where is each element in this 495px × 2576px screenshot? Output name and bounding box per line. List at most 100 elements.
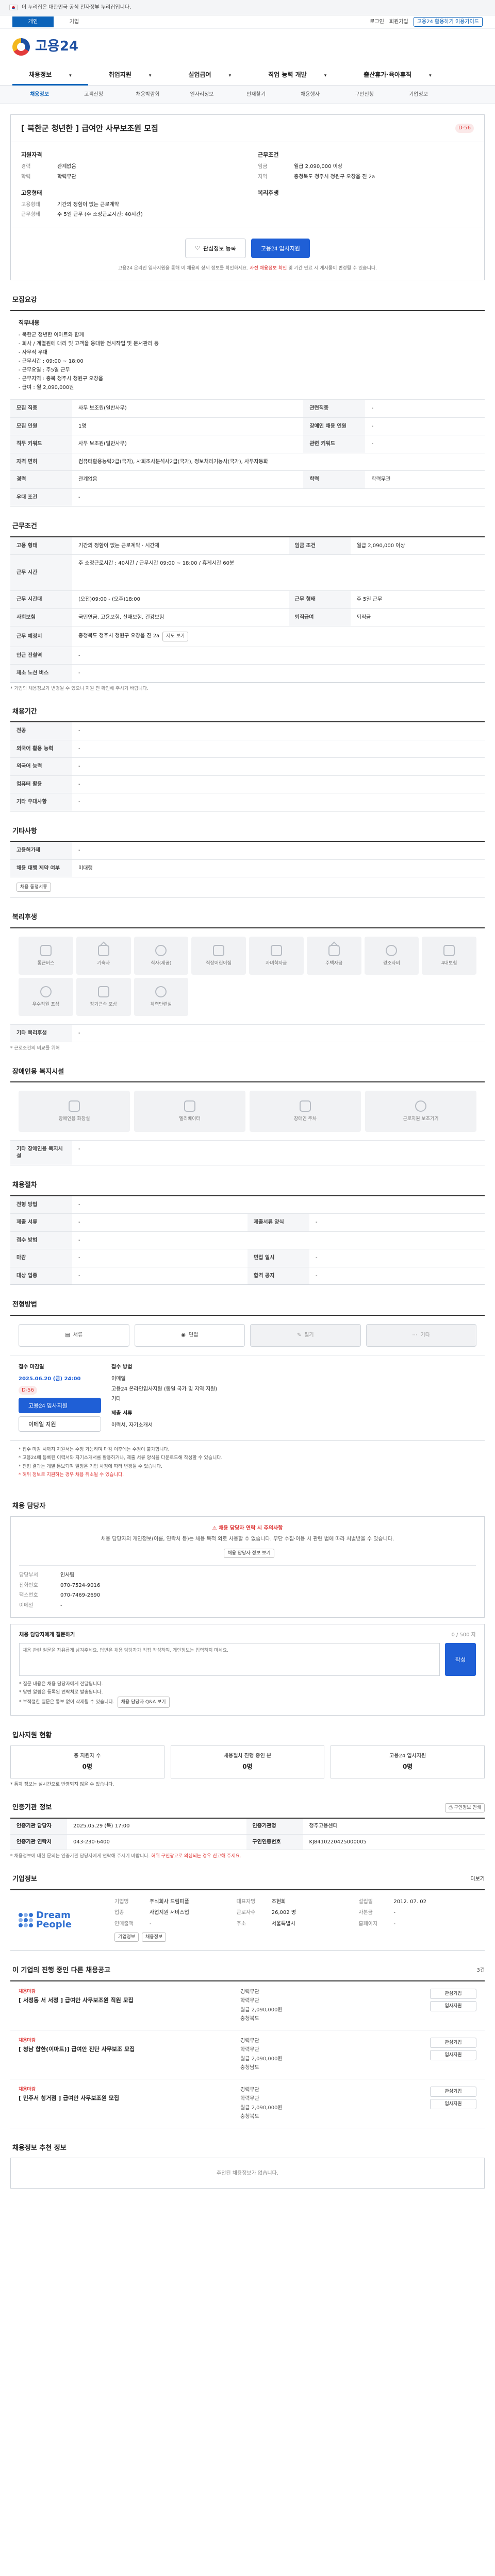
table-row: 대상 업종 - 합격 공지 - <box>10 1267 485 1285</box>
save-interest-button[interactable]: ♡ 관심정보 등록 <box>185 238 246 258</box>
table-row: 우대 조건 - <box>10 488 485 506</box>
welfare-grid: 통근버스 기숙사 식사(제공) 직장어린이집 자녀학자금 주택자금 경조사비 4… <box>10 928 485 1025</box>
wheelchair-icon <box>415 1100 426 1112</box>
table-row: 외국어 능력 - <box>10 757 485 776</box>
tab-business[interactable]: 기업 <box>54 16 95 28</box>
job-title-bar: [ 북한군 청년한 ] 급여안 사무보조원 모집 D-56 <box>11 115 484 143</box>
section-title: 채용기간 <box>12 707 37 716</box>
table-row: 고용 형태 기간의 정함이 없는 근로계약 · 시간제 임금 조건 월급 2,090,… <box>10 537 485 555</box>
list-item[interactable]: 채용마감[ 민주서 청거점 ] 급여안 사무보조원 모집 경력무관 학력무관 월급 … <box>10 2079 485 2128</box>
list-item[interactable]: 채용마감[ 서정동 서 서정 ] 급여안 사무보조원 직원 모집 경력무관 학력무… <box>10 1981 485 2030</box>
guide-link[interactable]: 고용24 활용하기 이용가이드 <box>413 16 483 27</box>
map-button[interactable]: 지도 보기 <box>162 632 189 641</box>
company-jobs-button[interactable]: 채용정보 <box>142 1933 167 1942</box>
subnav-item[interactable]: 고객신청 <box>67 91 121 98</box>
registration-table: 인증기관 담당자 2025.05.29 (목) 17:00 인증기관명 청주고용센터 … <box>10 1818 485 1851</box>
apply-button[interactable]: 입사지원 <box>430 2099 476 2110</box>
table-row: 자격 면허 컴퓨터활용능력2급(국가), 사회조사분석사2급(국가), 정보처리기… <box>10 453 485 471</box>
section-procedure: 채용절차 전형 방법 - 제출 서류 - 제출서류 양식 - 접수 방법 - 마감 - 면접 … <box>10 1181 485 1285</box>
site-logo[interactable]: 고용24 <box>35 38 78 56</box>
bookmark-button[interactable]: 관심기업 <box>430 2037 476 2048</box>
child-icon <box>213 944 225 956</box>
period-table: 전공 - 외국어 활용 능력 - 외국어 능력 - 컴퓨터 활용 - 기타 우대사항 - <box>10 722 485 811</box>
other-table: 고용허가제 - 채용 대행 제약 여부 미대행 채용 동행서류 <box>10 842 485 897</box>
section-title: 입사지원 현황 <box>12 1732 52 1740</box>
section-title: 채용 담당자 <box>12 1502 46 1510</box>
page-title: [ 북한군 청년한 ] 급여안 사무보조원 모집 <box>21 124 158 133</box>
interview-icon: ◉ <box>181 1332 186 1338</box>
subnav-item[interactable]: 채용정보 <box>12 91 67 98</box>
table-row: 직무 키워드 사무 보조원(일반사무) 관련 키워드 - <box>10 435 485 453</box>
apply-button[interactable]: 입사지원 <box>430 2050 476 2061</box>
tab-personal[interactable]: 개인 <box>12 16 54 28</box>
method-document: ▤ 서류 <box>19 1324 129 1347</box>
disability-grid: 장애인용 화장실 엘리베이터 장애인 주차 근로지원 보조기기 <box>10 1082 485 1141</box>
subnav-item[interactable]: 인재찾기 <box>229 91 283 98</box>
flag-icon <box>9 5 18 10</box>
gnb-item-support[interactable]: 취업지원 ▾ <box>92 71 168 79</box>
extra-docs-button[interactable]: 채용 동행서류 <box>16 883 51 892</box>
table-row: 모집 인원 1명 장애인 채용 인원 - <box>10 417 485 436</box>
table-row: 근무 시간대 (오전)09:00 - (오후)18:00 근무 형태 주 5일 근무 <box>10 590 485 609</box>
apply-button[interactable]: 입사지원 <box>430 2001 476 2012</box>
gnb-item-benefit[interactable]: 실업급여 ▾ <box>172 71 248 79</box>
inquiry-submit-button[interactable]: 작성 <box>445 1642 476 1676</box>
gnb-item-training[interactable]: 직업 능력 개발 ▾ <box>252 71 343 79</box>
company-info-button[interactable]: 기업정보 <box>114 1933 139 1942</box>
bookmark-button[interactable]: 관심기업 <box>430 1988 476 1999</box>
section-registration: 인증기관 정보 ⎙ 구인정보 인쇄 인증기관 담당자 2025.05.29 (목)… <box>10 1803 485 1859</box>
chevron-down-icon: ▾ <box>228 73 232 79</box>
facility-item: 근로지원 보조기기 <box>365 1091 476 1132</box>
contact-view-button[interactable]: 채용 담당자 정보 보기 <box>224 1549 274 1558</box>
print-button[interactable]: ⎙ 구인정보 인쇄 <box>445 1803 485 1813</box>
company-info: 기업명 주식회사 드림피플 대표자명 조현희 설립일 2012. 07. 02 업종 사… <box>114 1899 426 1927</box>
subnav-item[interactable]: 구인신청 <box>337 91 391 98</box>
company-box: Dream People 기업명 주식회사 드림피플 대표자명 조현희 설립일 201… <box>10 1889 485 1951</box>
contact-rows: 담당부서 인사팀 전화번호 070-7524-9016 팩스번호 070-7469-2… <box>19 1565 476 1609</box>
table-row: 제출 서류 - 제출서류 양식 - <box>10 1213 485 1232</box>
apply-online-button[interactable]: 고용24 입사지원 <box>19 1398 101 1414</box>
apply-notes: * 접수 마감 시까지 지원서는 수정 가능하며 마감 이후에는 수정이 불가합… <box>19 1447 223 1478</box>
empty-state: 추천된 채용정보가 없습니다. <box>10 2158 485 2189</box>
summary-actions: ♡ 관심정보 등록 고용24 입사지원 <box>11 227 484 265</box>
email-apply-button[interactable]: 이메일 지원 <box>19 1416 101 1432</box>
signup-link[interactable]: 회원가입 <box>389 19 408 26</box>
table-row: 근무 예정지 충청북도 청주시 청원구 오창읍 진 2a 지도 보기 <box>10 626 485 647</box>
section-title: 전형방법 <box>12 1301 37 1309</box>
method-written: ✎ 필기 <box>250 1324 361 1347</box>
inquiry-input[interactable] <box>19 1642 440 1676</box>
header: 고용24 <box>0 29 495 65</box>
section-title: 기업정보 <box>12 1875 37 1884</box>
login-link[interactable]: 로그인 <box>370 19 384 26</box>
subnav-item[interactable]: 채용행사 <box>283 91 337 98</box>
subnav-item[interactable]: 채용박람회 <box>121 91 175 98</box>
gnb-item-leave[interactable]: 출산휴가·육아휴직 ▾ <box>347 71 448 79</box>
summary-qualification: 지원자격 경력 관계없음 학력 학력무관 <box>21 151 76 180</box>
deadline: 2025.06.20 (금) 24:00 <box>19 1376 81 1382</box>
parking-icon <box>300 1100 311 1112</box>
document-icon: ▤ <box>65 1332 70 1338</box>
section-title: 복리후생 <box>12 913 37 922</box>
section-title: 장애인용 복지시설 <box>12 1067 64 1076</box>
section-other-jobs: 이 기업의 진행 중인 다른 채용공고 3건 채용마감[ 서정동 서 서정 ] … <box>10 1966 485 2128</box>
bookmark-button[interactable]: 관심기업 <box>430 2086 476 2097</box>
chevron-down-icon: ▾ <box>324 73 327 79</box>
main-content: [ 북한군 청년한 ] 급여안 사무보조원 모집 D-56 지원자격 경력 관계없… <box>10 114 485 2219</box>
welfare-item: 4대보험 <box>422 936 476 975</box>
apply-button[interactable]: 고용24 입사지원 <box>251 238 310 258</box>
heart-icon: ♡ <box>195 245 201 252</box>
company-more-link[interactable]: 더보기 <box>470 1876 485 1883</box>
qna-link[interactable]: 채용 담당자 Q&A 보기 <box>117 1697 170 1708</box>
table-row: 고용허가제 - <box>10 842 485 860</box>
subnav-item[interactable]: 기업정보 <box>391 91 446 98</box>
gnb-item-jobs[interactable]: 채용정보 ▾ <box>12 71 88 86</box>
insurance-icon <box>443 944 455 956</box>
logo-icon[interactable] <box>12 38 30 56</box>
subnav-item[interactable]: 일자리정보 <box>175 91 229 98</box>
summary-welfare: 복리후생 <box>258 190 279 197</box>
facility-item: 장애인용 화장실 <box>19 1091 130 1132</box>
list-item[interactable]: 채용마감[ 청남 합한(이마트)] 급여안 진단 사무보조 모집 경력무관 학력무… <box>10 2030 485 2079</box>
table-row: 채용 동행서류 <box>10 877 485 897</box>
table-row: 접수 방법 - <box>10 1231 485 1250</box>
section-title: 인증기관 정보 <box>12 1804 52 1812</box>
